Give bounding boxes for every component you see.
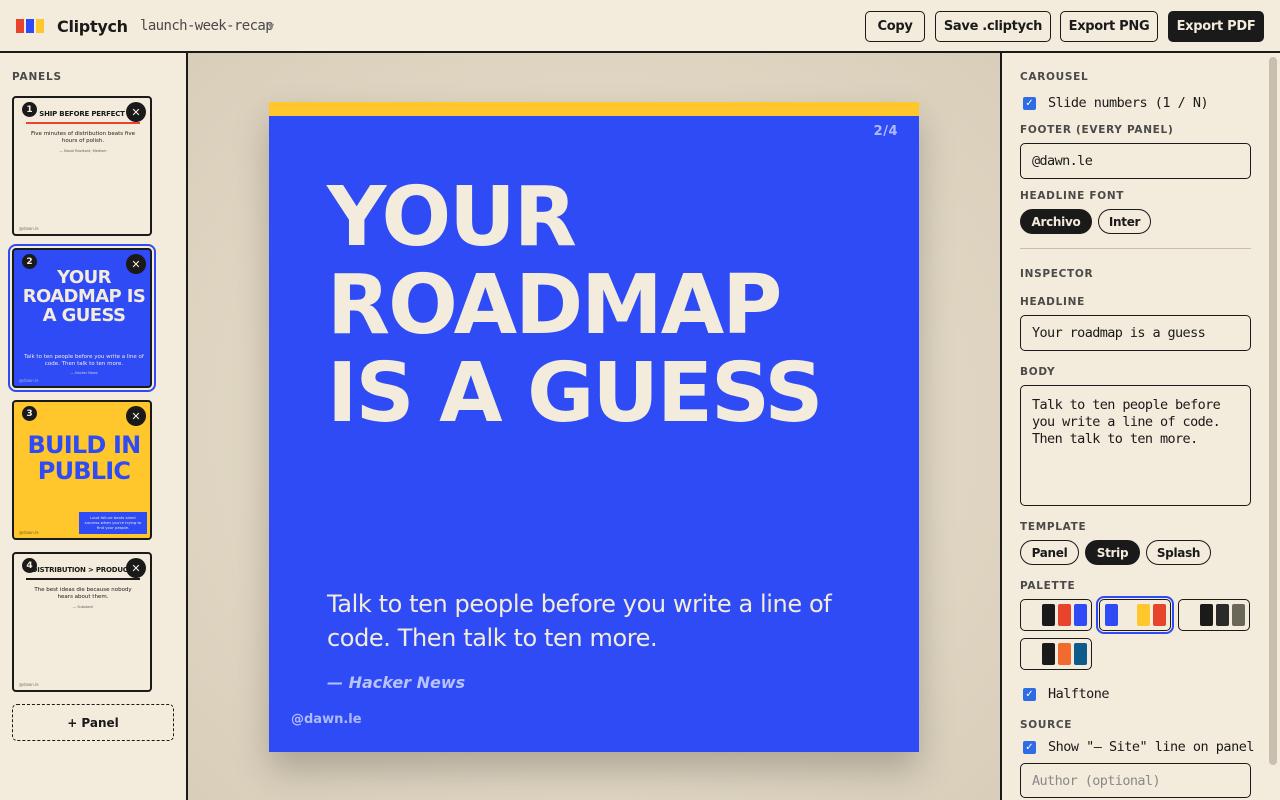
thumbnail-body: Talk to ten people before you write a li… [24, 354, 144, 367]
logo-red-block [16, 19, 24, 33]
palette-color-chip [1073, 604, 1087, 626]
chevron-down-icon[interactable]: ▼ [268, 22, 274, 31]
inspector-sidebar: CAROUSEL ✓ Slide numbers (1 / N) FOOTER … [1000, 53, 1280, 800]
thumbnail-source: — Substack [72, 605, 94, 609]
template-option-splash[interactable]: Splash [1146, 540, 1211, 565]
palette-color-chip [1057, 604, 1071, 626]
add-panel-button[interactable]: + Panel [12, 704, 174, 741]
panel-thumbnail-1[interactable]: SHIP BEFORE PERFECT Five minutes of dist… [12, 96, 152, 236]
palette-color-chip [1183, 604, 1197, 626]
logo-blue-block [26, 19, 34, 33]
copy-button[interactable]: Copy [865, 11, 925, 42]
palette-swatch-3[interactable] [1178, 599, 1250, 631]
thumbnail-headline: YOUR ROADMAP IS A GUESS [22, 267, 146, 326]
thumbnail-footer: @dawn.le [19, 226, 39, 231]
palette-color-chip [1025, 643, 1039, 665]
palette-swatch-4[interactable] [1020, 638, 1092, 670]
palette-color-chip [1025, 604, 1039, 626]
thumbnail-body: The best ideas die because nobody hears … [34, 587, 132, 600]
body-textarea[interactable]: Talk to ten people before you write a li… [1020, 385, 1251, 506]
panel-number: 1 [22, 102, 37, 117]
slide-headline[interactable]: Your roadmap is a guess [327, 174, 887, 438]
panel-thumbnail-3[interactable]: BUILD IN PUBLIC Loud failure beats silen… [12, 400, 152, 540]
palette-color-chip [1041, 604, 1055, 626]
thumbnail-body: Loud failure beats silent success when y… [79, 512, 147, 534]
headline-font-heading: HEADLINE FONT [1020, 190, 1125, 202]
palette-color-chip [1104, 604, 1118, 626]
panel-number: 2 [22, 254, 37, 269]
headline-input[interactable]: Your roadmap is a guess [1020, 315, 1251, 351]
palette-swatch-2[interactable] [1096, 596, 1174, 634]
inspector-scrollbar[interactable] [1269, 57, 1277, 765]
palette-color-chip [1057, 643, 1071, 665]
thumbnail-headline: BUILD IN PUBLIC [27, 431, 142, 485]
halftone-checkbox[interactable]: ✓ [1023, 688, 1036, 701]
author-input[interactable]: Author (optional) [1020, 763, 1251, 798]
panel-thumbnail-2[interactable]: YOUR ROADMAP IS A GUESS Talk to ten peop… [8, 244, 156, 392]
palette-color-chip [1041, 643, 1055, 665]
thumbnail-accent-rule [26, 122, 140, 124]
slide-source: — Hacker News [327, 673, 466, 692]
slide-numbers-checkbox[interactable]: ✓ [1023, 97, 1036, 110]
footer-input[interactable]: @dawn.le [1020, 143, 1251, 179]
carousel-heading: CAROUSEL [1020, 71, 1089, 83]
palette-heading: PALETTE [1020, 580, 1076, 592]
thumbnail-body: Five minutes of distribution beats five … [31, 131, 135, 144]
thumbnail-source: — Hacker News [70, 371, 98, 375]
export-pdf-button[interactable]: Export PDF [1168, 11, 1264, 42]
inspector-heading: INSPECTOR [1020, 268, 1094, 280]
palette-color-chip [1120, 604, 1134, 626]
thumbnail-source: — Naval Ravikant, Medium [59, 149, 107, 153]
footer-heading: FOOTER (EVERY PANEL) [1020, 124, 1174, 136]
show-source-label: Show "— Site" line on panel [1048, 739, 1254, 755]
halftone-label: Halftone [1048, 686, 1110, 702]
slide-preview[interactable]: 2/4 Your roadmap is a guess Talk to ten … [269, 102, 919, 752]
panels-heading: PANELS [12, 71, 62, 83]
export-png-button[interactable]: Export PNG [1060, 11, 1158, 42]
logo-yellow-block [36, 19, 44, 33]
close-icon[interactable]: ✕ [126, 254, 146, 274]
show-source-checkbox[interactable]: ✓ [1023, 741, 1036, 754]
slide-footer: @dawn.le [291, 712, 362, 727]
slide-body[interactable]: Talk to ten people before you write a li… [327, 587, 887, 655]
body-heading: BODY [1020, 366, 1056, 378]
thumbnail-footer: @dawn.le [19, 682, 39, 687]
thumbnail-footer: @dawn.le [19, 378, 39, 383]
palette-color-chip [1152, 604, 1166, 626]
panels-sidebar: PANELS SHIP BEFORE PERFECT Five minutes … [0, 53, 188, 800]
headline-heading: HEADLINE [1020, 296, 1085, 308]
slide-top-strip [269, 102, 919, 116]
template-option-strip[interactable]: Strip [1085, 540, 1140, 565]
document-name[interactable]: launch-week-recap [140, 18, 274, 34]
thumbnail-footer: @dawn.le [19, 530, 39, 535]
top-bar: Cliptych launch-week-recap ▼ Copy Save .… [0, 0, 1280, 53]
panel-number: 4 [22, 558, 37, 573]
close-icon[interactable]: ✕ [126, 558, 146, 578]
font-option-inter[interactable]: Inter [1098, 209, 1151, 234]
template-option-panel[interactable]: Panel [1020, 540, 1079, 565]
section-divider [1020, 248, 1251, 249]
panel-number: 3 [22, 406, 37, 421]
close-icon[interactable]: ✕ [126, 102, 146, 122]
palette-color-chip [1199, 604, 1213, 626]
source-heading: SOURCE [1020, 719, 1073, 731]
save-cliptych-button[interactable]: Save .cliptych [935, 11, 1051, 42]
palette-color-chip [1231, 604, 1245, 626]
palette-color-chip [1215, 604, 1229, 626]
panel-thumbnail-4[interactable]: DISTRIBUTION > PRODUCT The best ideas di… [12, 552, 152, 692]
app-logo [16, 19, 44, 33]
app-name: Cliptych [57, 17, 128, 36]
palette-color-chip [1073, 643, 1087, 665]
palette-color-chip [1136, 604, 1150, 626]
thumbnail-accent-rule [26, 578, 140, 580]
font-option-archivo[interactable]: Archivo [1020, 209, 1092, 234]
slide-page-number: 2/4 [873, 124, 898, 139]
canvas-area: 2/4 Your roadmap is a guess Talk to ten … [188, 53, 1000, 800]
close-icon[interactable]: ✕ [126, 406, 146, 426]
slide-numbers-label: Slide numbers (1 / N) [1048, 95, 1209, 111]
palette-swatch-1[interactable] [1020, 599, 1092, 631]
template-heading: TEMPLATE [1020, 521, 1087, 533]
